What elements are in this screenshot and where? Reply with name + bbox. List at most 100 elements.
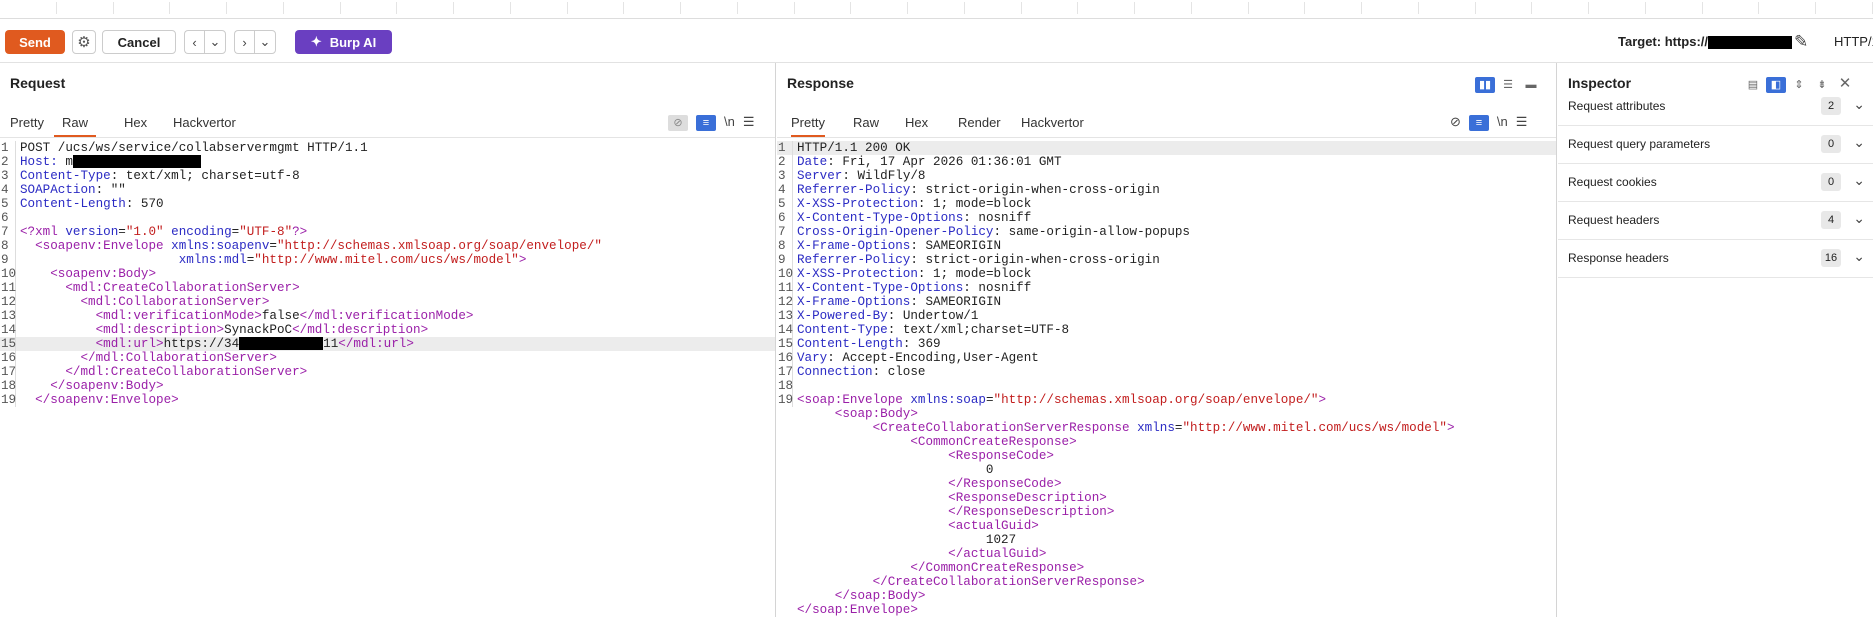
code-line[interactable]: 5 X-XSS-Protection: 1; mode=block [777, 197, 1556, 211]
repeater-tab[interactable] [1589, 2, 1646, 14]
code-line[interactable]: <ResponseDescription> [777, 491, 1556, 505]
code-line[interactable]: 11 X-Content-Type-Options: nosniff [777, 281, 1556, 295]
chevron-down-icon[interactable]: ⌄ [1853, 134, 1865, 151]
hamburger-icon[interactable]: ☰ [1516, 114, 1528, 130]
tab-raw[interactable]: Raw [54, 115, 97, 137]
repeater-tab[interactable] [284, 2, 341, 14]
code-line[interactable]: 11 <mdl:CreateCollaborationServer> [0, 281, 775, 295]
tab-hackvertor[interactable]: Hackvertor [173, 115, 236, 130]
cancel-button[interactable]: Cancel [102, 30, 176, 54]
split-vertical-icon[interactable]: ☰ [1498, 77, 1518, 93]
newline-toggle[interactable]: \n [724, 114, 735, 129]
code-line[interactable]: 6 X-Content-Type-Options: nosniff [777, 211, 1556, 225]
code-line[interactable]: 18 </soapenv:Body> [0, 379, 775, 393]
code-line[interactable]: </soap:Body> [777, 589, 1556, 603]
code-line[interactable]: 13 <mdl:verificationMode>false</mdl:veri… [0, 309, 775, 323]
code-line[interactable]: 16 </mdl:CollaborationServer> [0, 351, 775, 365]
repeater-tab[interactable] [397, 2, 454, 14]
repeater-tab[interactable] [738, 2, 795, 14]
code-line[interactable]: 19 <soap:Envelope xmlns:soap="http://sche… [777, 393, 1556, 407]
inspector-section[interactable]: Request headers 4 ⌄ [1558, 201, 1873, 240]
code-line[interactable]: <ResponseCode> [777, 449, 1556, 463]
code-line[interactable]: 16 Vary: Accept-Encoding,User-Agent [777, 351, 1556, 365]
repeater-tab[interactable] [1532, 2, 1589, 14]
repeater-tab[interactable] [1759, 2, 1816, 14]
wrap-icon[interactable]: ≡ [1468, 115, 1489, 131]
repeater-tab[interactable] [227, 2, 284, 14]
code-line[interactable]: </ResponseCode> [777, 477, 1556, 491]
inspector-section[interactable]: Request cookies 0 ⌄ [1558, 163, 1873, 202]
repeater-tab[interactable] [57, 2, 114, 14]
history-back-dropdown[interactable]: ⌄ [204, 30, 226, 54]
code-line[interactable]: 5 Content-Length: 570 [0, 197, 775, 211]
tab-hex[interactable]: Hex [124, 115, 147, 130]
burp-ai-button[interactable]: ✦ Burp AI [295, 30, 392, 54]
code-line[interactable]: 18 [777, 379, 1556, 393]
chevron-down-icon[interactable]: ⌄ [1853, 172, 1865, 189]
code-line[interactable]: </ResponseDescription> [777, 505, 1556, 519]
inspector-section[interactable]: Response headers 16 ⌄ [1558, 239, 1873, 278]
code-line[interactable]: 10 X-XSS-Protection: 1; mode=block [777, 267, 1556, 281]
send-button[interactable]: Send [5, 30, 65, 54]
eye-slash-icon[interactable]: ⊘ [1450, 114, 1461, 130]
code-line[interactable]: 2 Date: Fri, 17 Apr 2026 01:36:01 GMT [777, 155, 1556, 169]
pencil-icon[interactable]: ✎ [1794, 32, 1808, 52]
eye-slash-icon[interactable]: ⊘ [668, 115, 688, 131]
inspector-section[interactable]: Request attributes 2 ⌄ [1558, 87, 1873, 126]
history-back-button[interactable]: ‹ [184, 30, 204, 54]
tab-raw[interactable]: Raw [853, 115, 879, 130]
code-line[interactable]: 15 Content-Length: 369 [777, 337, 1556, 351]
target-host[interactable]: Target: https:// [1618, 34, 1793, 50]
code-line[interactable]: <CommonCreateResponse> [777, 435, 1556, 449]
tabbed-layout-icon[interactable]: ▬ [1521, 77, 1541, 93]
repeater-tab[interactable] [1249, 2, 1306, 14]
history-forward-button[interactable]: › [234, 30, 254, 54]
repeater-tab[interactable] [851, 2, 908, 14]
repeater-tab[interactable] [795, 2, 852, 14]
repeater-tab[interactable] [1646, 2, 1703, 14]
code-line[interactable]: 3 Content-Type: text/xml; charset=utf-8 [0, 169, 775, 183]
repeater-tab[interactable] [1816, 2, 1873, 14]
code-line[interactable]: </CommonCreateResponse> [777, 561, 1556, 575]
code-line[interactable]: 4 Referrer-Policy: strict-origin-when-cro… [777, 183, 1556, 197]
code-line[interactable]: 14 <mdl:description>SynackPoC</mdl:descr… [0, 323, 775, 337]
repeater-tab[interactable] [1419, 2, 1476, 14]
code-line[interactable]: 3 Server: WildFly/8 [777, 169, 1556, 183]
code-line[interactable]: 12 X-Frame-Options: SAMEORIGIN [777, 295, 1556, 309]
code-line[interactable]: 8 <soapenv:Envelope xmlns:soapenv="http:… [0, 239, 775, 253]
repeater-tab[interactable] [965, 2, 1022, 14]
tab-render[interactable]: Render [958, 115, 1001, 130]
repeater-tab[interactable] [1362, 2, 1419, 14]
code-line[interactable]: 0 [777, 463, 1556, 477]
tab-pretty[interactable]: Pretty [10, 115, 44, 130]
repeater-tab[interactable] [1022, 2, 1079, 14]
code-line[interactable]: <CreateCollaborationServerResponse xmlns… [777, 421, 1556, 435]
repeater-tab[interactable] [454, 2, 511, 14]
response-editor[interactable]: 1 HTTP/1.1 200 OK 2 Date: Fri, 17 Apr 2026 … [777, 141, 1556, 617]
code-line[interactable]: 15 <mdl:url>https://34 11</mdl:url> [0, 337, 775, 351]
tab-hackvertor[interactable]: Hackvertor [1021, 115, 1084, 130]
wrap-icon[interactable]: ≡ [696, 115, 716, 131]
repeater-tab[interactable] [1078, 2, 1135, 14]
repeater-tab[interactable] [0, 2, 57, 14]
code-line[interactable]: 10 <soapenv:Body> [0, 267, 775, 281]
code-line[interactable]: 7 <?xml version="1.0" encoding="UTF-8"?> [0, 225, 775, 239]
newline-toggle[interactable]: \n [1497, 114, 1508, 129]
code-line[interactable]: 12 <mdl:CollaborationServer> [0, 295, 775, 309]
code-line[interactable]: <soap:Body> [777, 407, 1556, 421]
split-horizontal-icon[interactable]: ▮▮ [1475, 77, 1495, 93]
repeater-tab[interactable] [511, 2, 568, 14]
code-line[interactable]: 6 [0, 211, 775, 225]
code-line[interactable]: 9 Referrer-Policy: strict-origin-when-cro… [777, 253, 1556, 267]
gear-icon[interactable]: ⚙ [72, 30, 96, 54]
code-line[interactable]: </actualGuid> [777, 547, 1556, 561]
repeater-tab[interactable] [1476, 2, 1533, 14]
code-line[interactable]: 8 X-Frame-Options: SAMEORIGIN [777, 239, 1556, 253]
chevron-down-icon[interactable]: ⌄ [1853, 210, 1865, 227]
repeater-tab[interactable] [1305, 2, 1362, 14]
repeater-tab[interactable] [341, 2, 398, 14]
code-line[interactable]: 14 Content-Type: text/xml;charset=UTF-8 [777, 323, 1556, 337]
repeater-tab[interactable] [1703, 2, 1760, 14]
history-forward-dropdown[interactable]: ⌄ [254, 30, 276, 54]
hamburger-icon[interactable]: ☰ [743, 114, 755, 130]
